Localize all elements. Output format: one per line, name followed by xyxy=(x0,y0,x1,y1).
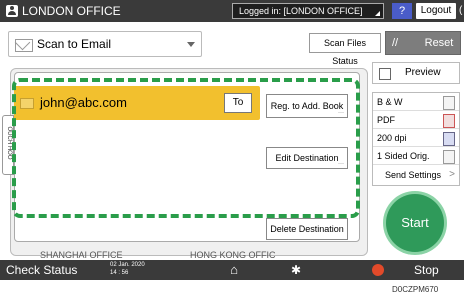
help-button[interactable]: ? xyxy=(392,3,412,19)
register-to-address-book-label: Reg. to Add. Book xyxy=(270,101,344,111)
to-button[interactable]: To xyxy=(224,93,252,113)
stop-icon[interactable] xyxy=(372,264,384,276)
reset-icon: // xyxy=(392,37,399,49)
file-type-label: PDF xyxy=(377,115,395,125)
edit-destination-label: Edit Destination xyxy=(275,153,339,163)
original-side-icon xyxy=(443,150,455,164)
reset-button[interactable]: // Reset xyxy=(385,31,461,55)
original-side-label: 1 Sided Orig. xyxy=(377,151,430,161)
destination-tab-hong-kong[interactable]: HONG KONG OFFIC xyxy=(190,250,320,260)
send-type-dropdown[interactable]: Scan to Email xyxy=(8,31,202,57)
resolution-label: 200 dpi xyxy=(377,133,407,143)
scan-settings-panel: B & W PDF 200 dpi 1 Sided Orig. Send Set… xyxy=(372,92,460,186)
more-icon: ··· xyxy=(338,110,344,116)
delete-destination-label: Delete Destination xyxy=(270,224,344,234)
start-button[interactable]: Start xyxy=(386,194,444,252)
envelope-icon xyxy=(20,98,34,109)
pdf-icon xyxy=(443,114,455,128)
more-icon: ··· xyxy=(338,161,344,167)
original-side-setting[interactable]: 1 Sided Orig. xyxy=(373,147,459,165)
side-tab[interactable]: OUCH HOO xyxy=(2,115,14,175)
gear-icon[interactable]: ✱ xyxy=(286,262,306,278)
home-icon[interactable]: ⌂ xyxy=(222,262,246,278)
resolution-icon xyxy=(443,132,455,146)
preview-toggle[interactable]: Preview xyxy=(372,62,460,84)
device-title: LONDON OFFICE xyxy=(6,3,156,19)
preview-label: Preview xyxy=(405,67,441,78)
destination-email: john@abc.com xyxy=(40,95,127,110)
delete-destination-button[interactable]: Delete Destination xyxy=(266,218,348,240)
reset-label: Reset xyxy=(424,37,454,49)
logout-button[interactable]: Logout xyxy=(416,3,456,19)
date-label: 02 Jan. 2020 xyxy=(110,262,145,268)
color-mode-setting[interactable]: B & W xyxy=(373,93,459,111)
theme-icon[interactable]: ( xyxy=(459,3,464,19)
device-title-label: LONDON OFFICE xyxy=(22,4,121,18)
scan-files-status-button[interactable]: Scan Files Status xyxy=(309,33,381,66)
chevron-down-icon xyxy=(187,42,195,47)
logged-in-label: Logged in: [LONDON OFFICE] xyxy=(239,6,363,16)
send-settings-label: Send Settings xyxy=(385,170,442,180)
register-to-address-book-button[interactable]: Reg. to Add. Book ··· xyxy=(266,94,348,118)
destination-tab-shanghai[interactable]: SHANGHAI OFFICE xyxy=(40,250,170,260)
preview-checkbox[interactable] xyxy=(379,68,391,80)
send-settings-button[interactable]: Send Settings > xyxy=(373,165,459,185)
time-label: 14 : 56 xyxy=(110,270,129,276)
stop-button[interactable]: Stop xyxy=(414,262,454,278)
corner-indicator-icon xyxy=(375,11,380,16)
send-type-label: Scan to Email xyxy=(37,37,112,51)
side-tab-label: OUCH HOO xyxy=(6,126,12,160)
logged-in-status: Logged in: [LONDON OFFICE] xyxy=(232,3,384,19)
email-icon xyxy=(15,39,33,52)
check-status-button[interactable]: Check Status xyxy=(6,262,96,278)
date-time: 02 Jan. 2020 14 : 56 xyxy=(110,261,156,279)
user-icon xyxy=(6,5,18,17)
resolution-setting[interactable]: 200 dpi xyxy=(373,129,459,147)
edit-destination-button[interactable]: Edit Destination ··· xyxy=(266,147,348,169)
chevron-right-icon: > xyxy=(449,169,455,180)
figure-code: D0CZPM670 xyxy=(392,285,439,294)
color-mode-icon xyxy=(443,96,455,110)
file-type-setting[interactable]: PDF xyxy=(373,111,459,129)
color-mode-label: B & W xyxy=(377,97,403,107)
